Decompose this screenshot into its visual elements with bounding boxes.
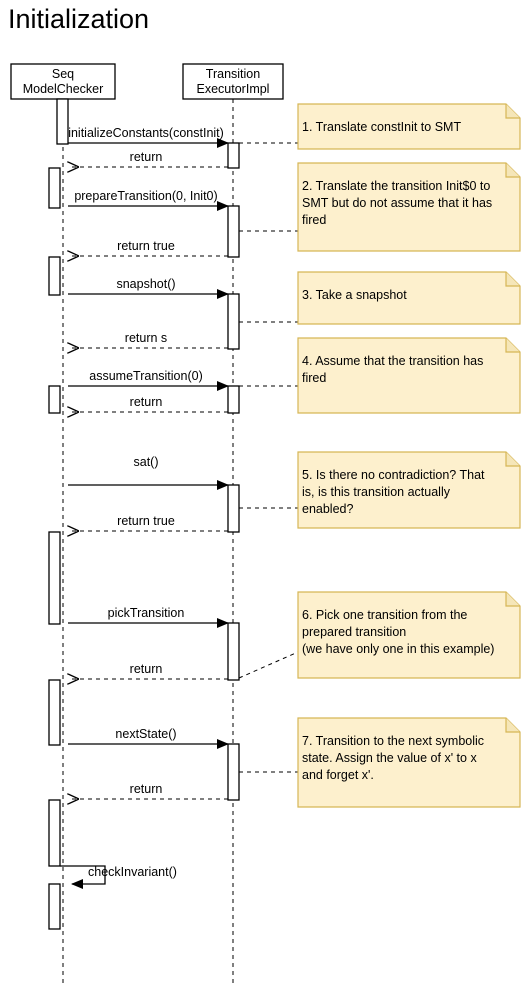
activation-bar-act-left-5[interactable]	[48, 531, 61, 625]
lifeline-label-line1: Transition	[205, 66, 261, 81]
activation-bar-act-right-5[interactable]	[227, 484, 240, 533]
message-label-next-state: nextState()	[115, 727, 177, 741]
note-text-note-3: 3. Take a snapshot	[302, 288, 407, 302]
activation-bar-act-right-1[interactable]	[227, 142, 240, 169]
note-text-note-5: 5. Is there no contradiction? That is, i…	[302, 468, 485, 516]
activation-bar-act-left-7[interactable]	[48, 799, 61, 867]
activation-bar-act-left-2[interactable]	[48, 167, 61, 209]
note-connector-note-6	[238, 651, 299, 679]
message-label-sat: sat()	[133, 455, 159, 469]
message-label-return-next-state: return	[129, 782, 163, 796]
message-label-check-invariant: checkInvariant()	[88, 865, 177, 879]
activation-bar-act-right-4[interactable]	[227, 385, 240, 414]
message-label-return-pick-transition: return	[129, 662, 163, 676]
activation-bar-act-right-2[interactable]	[227, 205, 240, 258]
activation-bar-act-right-7[interactable]	[227, 743, 240, 801]
activation-bar-act-left-6[interactable]	[48, 679, 61, 746]
lifeline-label-line1: Seq	[51, 66, 75, 81]
note-text-note-4: 4. Assume that the transition has fired	[302, 354, 484, 385]
message-label-return-initialize-constants: return	[129, 150, 163, 164]
message-label-return-sat: return true	[117, 514, 175, 528]
message-label-return-assume-transition: return	[129, 395, 163, 409]
message-label-snapshot: snapshot()	[116, 277, 176, 291]
activation-bar-act-left-1[interactable]	[56, 98, 69, 145]
message-label-return-prepare-transition: return true	[117, 239, 175, 253]
lifeline-label-line2: ModelChecker	[22, 81, 104, 96]
activation-bar-act-left-4[interactable]	[48, 385, 61, 414]
message-label-pick-transition: pickTransition	[107, 606, 185, 620]
message-label-assume-transition: assumeTransition(0)	[89, 369, 203, 383]
activation-bar-act-right-6[interactable]	[227, 622, 240, 681]
lifeline-label-seq-model-checker[interactable]: Seq ModelChecker	[11, 64, 115, 99]
note-text-note-2: 2. Translate the transition Init$0 to SM…	[302, 179, 493, 227]
note-text-note-7: 7. Transition to the next symbolic state…	[302, 734, 485, 782]
message-label-return-snapshot: return s	[124, 331, 168, 345]
message-label-prepare-transition: prepareTransition(0, Init0)	[74, 189, 218, 203]
activation-bar-act-right-3[interactable]	[227, 293, 240, 350]
message-label-initialize-constants: initializeConstants(constInit)	[68, 126, 224, 140]
lifeline-label-transition-executor-impl[interactable]: Transition ExecutorImpl	[183, 64, 283, 99]
sequence-diagram: Initialization Seq ModelChecker Transition…	[0, 0, 521, 984]
note-text-note-6: 6. Pick one transition from the prepared…	[302, 608, 495, 656]
activation-bar-act-left-3[interactable]	[48, 256, 61, 296]
note-text-note-1: 1. Translate constInit to SMT	[302, 120, 462, 134]
activation-bar-act-left-8[interactable]	[48, 883, 61, 930]
lifeline-label-line2: ExecutorImpl	[196, 81, 270, 96]
